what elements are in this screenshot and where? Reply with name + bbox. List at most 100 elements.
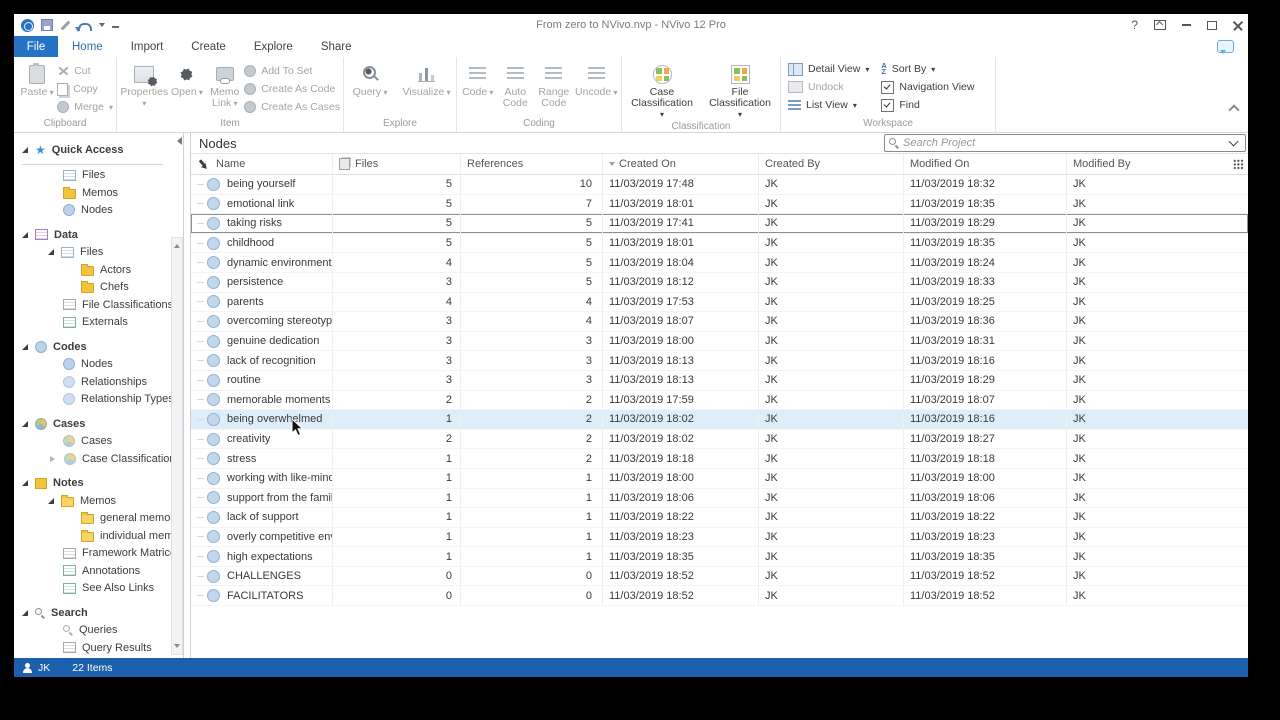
uncode-button[interactable]: Uncode <box>575 59 618 98</box>
table-row[interactable]: parents 4 4 11/03/2019 17:53 JK 11/03/2019 18… <box>191 292 1248 313</box>
sidebar-scrollbar[interactable] <box>171 133 184 658</box>
sidebar-item-cases[interactable]: Cases <box>14 415 171 433</box>
header-files[interactable]: Files <box>333 154 461 174</box>
expander-icon[interactable] <box>48 249 54 256</box>
range-code-button[interactable]: Range Code <box>535 59 573 109</box>
open-button[interactable]: Open <box>169 59 206 98</box>
tab-explore[interactable]: Explore <box>240 36 307 57</box>
navigation-view-checkbox[interactable]: Navigation View <box>881 78 974 96</box>
scrollbar-track[interactable] <box>171 237 183 655</box>
create-as-code-button[interactable]: Create As Code <box>244 80 340 98</box>
header-created-by[interactable]: Created By <box>759 154 904 174</box>
help-icon[interactable]: ? <box>1131 18 1138 32</box>
code-button[interactable]: Code <box>460 59 496 98</box>
find-checkbox[interactable]: Find <box>881 96 974 114</box>
scroll-up-icon[interactable] <box>174 241 180 248</box>
sidebar-item-externals[interactable]: Externals <box>14 314 171 332</box>
sidebar-item-individual-memos[interactable]: individual memos <box>14 527 171 545</box>
sidebar-item-nodes[interactable]: Nodes <box>14 202 171 220</box>
header-references[interactable]: References <box>461 154 603 174</box>
query-button[interactable]: Query <box>348 59 393 98</box>
add-to-set-button[interactable]: Add To Set <box>244 62 340 80</box>
table-row[interactable]: overcoming stereotype 3 4 11/03/2019 18:07 J… <box>191 312 1248 332</box>
table-row[interactable]: support from the famil 1 1 11/03/2019 18:06… <box>191 488 1248 509</box>
detail-view-button[interactable]: Detail View <box>788 60 869 78</box>
sidebar-item-codes[interactable]: Codes <box>14 338 171 356</box>
copy-button[interactable]: Copy <box>57 80 113 98</box>
ribbon-display-icon[interactable] <box>1154 20 1166 30</box>
app-logo-icon[interactable] <box>21 18 34 32</box>
sidebar-item-memos[interactable]: Memos <box>14 184 171 202</box>
chevron-down-icon[interactable] <box>1228 136 1239 147</box>
restore-icon[interactable] <box>1207 18 1219 30</box>
table-row[interactable]: taking risks 5 5 11/03/2019 17:41 JK 11/03/20… <box>191 214 1248 234</box>
undo-icon[interactable] <box>75 22 92 32</box>
collapse-sidebar-icon[interactable] <box>173 137 182 145</box>
comment-icon[interactable] <box>1217 40 1234 54</box>
tab-file[interactable]: File <box>14 36 58 57</box>
sort-by-button[interactable]: Sort By <box>881 60 974 78</box>
file-classification-button[interactable]: File Classification <box>707 59 773 120</box>
create-as-cases-button[interactable]: Create As Cases <box>244 98 340 116</box>
save-icon[interactable] <box>41 19 53 31</box>
expander-icon[interactable] <box>50 455 58 462</box>
minimize-icon[interactable] <box>1182 24 1191 26</box>
auto-code-button[interactable]: Auto Code <box>498 59 534 109</box>
sidebar-item-annotations[interactable]: Annotations <box>14 562 171 580</box>
expander-icon[interactable] <box>22 609 28 616</box>
sidebar-item-files[interactable]: Files <box>14 244 171 262</box>
table-row[interactable]: childhood 5 5 11/03/2019 18:01 JK 11/03/2019 … <box>191 233 1248 254</box>
table-row[interactable]: being yourself 5 10 11/03/2019 17:48 JK 11/03… <box>191 175 1248 195</box>
case-classification-button[interactable]: Case Classification <box>629 59 695 120</box>
sidebar-item-relationships[interactable]: Relationships <box>14 373 171 391</box>
visualize-button[interactable]: Visualize <box>401 59 453 98</box>
sidebar-item-relationship-types[interactable]: Relationship Types <box>14 391 171 409</box>
header-modified-by[interactable]: Modified By <box>1067 154 1248 174</box>
tab-share[interactable]: Share <box>307 36 366 57</box>
edit-icon[interactable] <box>60 20 71 30</box>
sidebar-item-framework-matrices[interactable]: Framework Matrices <box>14 545 171 563</box>
sidebar-item-quick-access[interactable]: Quick Access <box>14 141 171 159</box>
table-row[interactable]: working with like-mind 1 1 11/03/2019 18:00… <box>191 468 1248 489</box>
table-row[interactable]: routine 3 3 11/03/2019 18:13 JK 11/03/2019 18… <box>191 370 1248 391</box>
tab-import[interactable]: Import <box>117 36 178 57</box>
table-row[interactable]: memorable moments 2 2 11/03/2019 17:59 JK 11/… <box>191 390 1248 411</box>
header-name[interactable]: Name <box>191 154 333 174</box>
tab-home[interactable]: Home <box>58 36 117 57</box>
header-created-on[interactable]: Created On <box>603 154 759 174</box>
table-row[interactable]: stress 1 2 11/03/2019 18:18 JK 11/03/2019 18:… <box>191 449 1248 469</box>
sidebar-item-files[interactable]: Files <box>14 167 171 185</box>
sidebar-item-file-classifications[interactable]: File Classifications <box>14 296 171 314</box>
properties-button[interactable]: Properties <box>120 59 169 109</box>
cut-button[interactable]: Cut <box>57 62 113 80</box>
table-row[interactable]: overly competitive envi 1 1 11/03/2019 18:2… <box>191 527 1248 548</box>
table-row[interactable]: persistence 3 5 11/03/2019 18:12 JK 11/03/201… <box>191 272 1248 293</box>
sidebar-item-notes[interactable]: Notes <box>14 475 171 493</box>
sidebar-item-query-results[interactable]: Query Results <box>14 639 171 657</box>
tab-create[interactable]: Create <box>177 36 240 57</box>
table-row[interactable]: lack of recognition 3 3 11/03/2019 18:13 JK 1… <box>191 351 1248 371</box>
undock-button[interactable]: Undock <box>788 78 869 96</box>
list-view-button[interactable]: List View <box>788 96 869 114</box>
table-row[interactable]: being overwhelmed 1 2 11/03/2019 18:02 JK 11/… <box>191 410 1248 430</box>
customize-toolbar-icon[interactable] <box>112 19 119 28</box>
sidebar-item-chefs[interactable]: Chefs <box>14 279 171 297</box>
header-modified-on[interactable]: Modified On <box>904 154 1067 174</box>
expander-icon[interactable] <box>48 497 54 504</box>
expander-icon[interactable] <box>22 146 28 153</box>
table-row[interactable]: dynamic environment 4 5 11/03/2019 18:04 JK 1… <box>191 253 1248 273</box>
sidebar-item-general-memos[interactable]: general memos <box>14 510 171 528</box>
memo-link-button[interactable]: Memo Link <box>205 59 244 109</box>
scroll-down-icon[interactable] <box>174 644 180 651</box>
expander-icon[interactable] <box>22 343 28 350</box>
sidebar-item-see-also-links[interactable]: See Also Links <box>14 580 171 598</box>
search-input[interactable] <box>899 137 1230 149</box>
sidebar-item-actors[interactable]: Actors <box>14 261 171 279</box>
paste-button[interactable]: Paste <box>17 59 57 98</box>
table-row[interactable]: creativity 2 2 11/03/2019 18:02 JK 11/03/2019… <box>191 429 1248 450</box>
sidebar-item-case-classifications[interactable]: Case Classifications <box>14 450 171 468</box>
sidebar-item-search[interactable]: Search <box>14 604 171 622</box>
sidebar-item-nodes[interactable]: Nodes <box>14 356 171 374</box>
sidebar-item-data[interactable]: Data <box>14 226 171 244</box>
sidebar-item-queries[interactable]: Queries <box>14 622 171 640</box>
